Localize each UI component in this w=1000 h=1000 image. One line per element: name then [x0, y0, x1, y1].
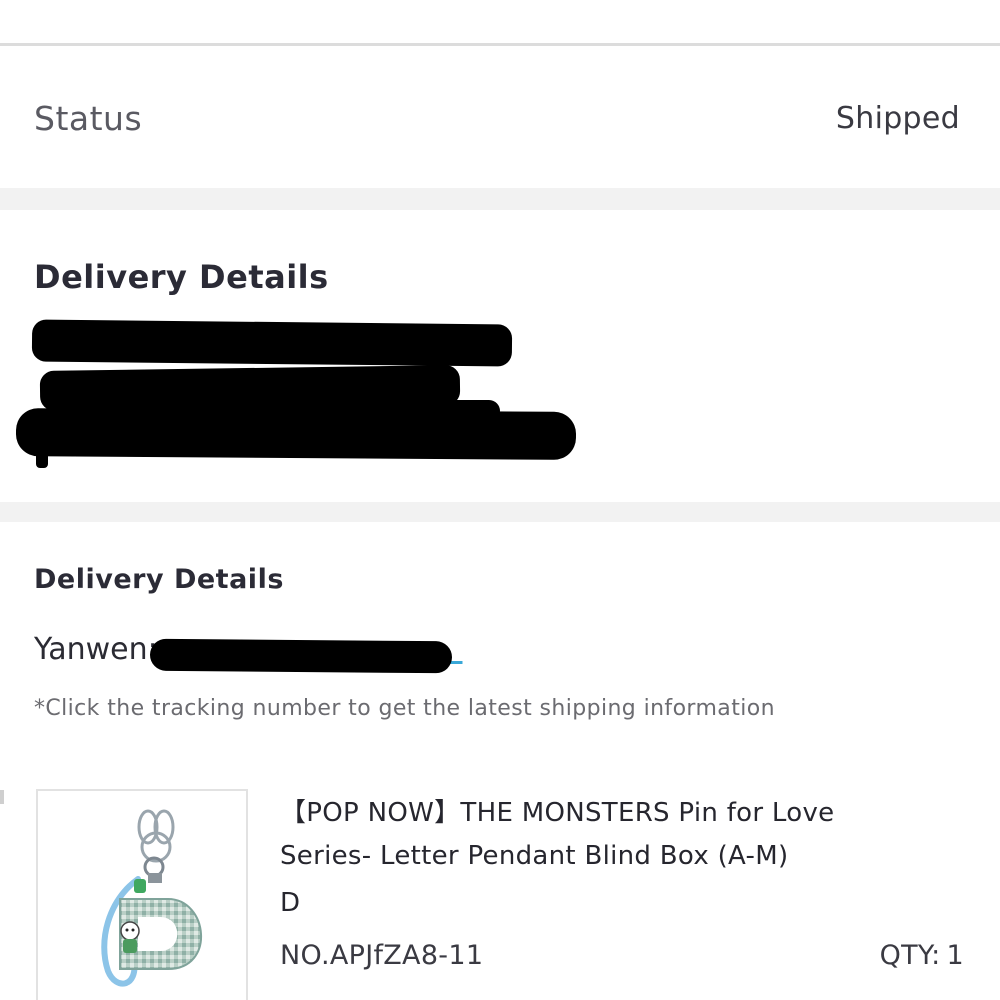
status-value: Shipped: [835, 101, 960, 136]
product-variant: D: [280, 888, 301, 918]
product-sku: NO.APJfZA8-11: [280, 940, 484, 971]
product-thumbnail[interactable]: [36, 789, 248, 1000]
quantity-label: QTY:: [879, 940, 941, 971]
redaction-mark: [31, 319, 513, 367]
delivery-address-title: Delivery Details: [34, 258, 329, 296]
section-separator: [0, 502, 1000, 522]
redaction-mark: [36, 442, 48, 468]
product-title[interactable]: 【POP NOW】THE MONSTERS Pin for Love Serie…: [280, 792, 900, 878]
redaction-mark: [149, 638, 453, 674]
status-label: Status: [34, 99, 143, 138]
edge-marker: [0, 790, 4, 804]
shipping-details-title: Delivery Details: [34, 564, 284, 595]
section-separator: [0, 188, 1000, 210]
letter-pendant-keychain-image: [101, 809, 203, 987]
carrier-name: Yanwen:: [34, 632, 158, 667]
product-quantity: QTY: 1: [880, 940, 964, 971]
delivery-address-section: Delivery Details: [0, 210, 1000, 502]
shipping-details-section: Delivery Details Yanwen: *Click the trac…: [0, 522, 1000, 1000]
redaction-mark: [90, 400, 500, 422]
quantity-value: 1: [946, 940, 964, 971]
tracking-hint: *Click the tracking number to get the la…: [34, 696, 775, 721]
top-divider: [0, 0, 1000, 46]
status-row: Status Shipped: [0, 49, 1000, 188]
